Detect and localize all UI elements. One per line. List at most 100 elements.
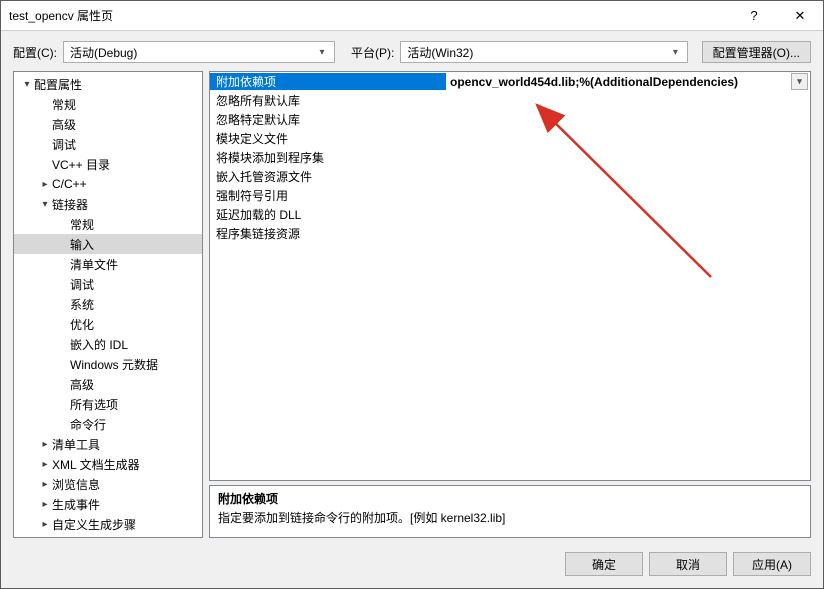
grid-row-label: 延迟加载的 DLL [210, 206, 446, 223]
window-title: test_opencv 属性页 [9, 7, 731, 24]
grid-row[interactable]: 附加依赖项opencv_world454d.lib;%(AdditionalDe… [210, 72, 810, 91]
platform-label: 平台(P): [351, 44, 394, 61]
tree-item[interactable]: ▸自定义生成步骤 [14, 514, 202, 534]
grid-row-label: 模块定义文件 [210, 130, 446, 147]
description-title: 附加依赖项 [218, 490, 802, 507]
property-grid[interactable]: 附加依赖项opencv_world454d.lib;%(AdditionalDe… [209, 71, 811, 481]
grid-row[interactable]: 忽略所有默认库 [210, 91, 810, 110]
tree-item-label: 系统 [70, 296, 94, 313]
property-page-window: test_opencv 属性页 ? ✕ 配置(C): 活动(Debug) ▾ 平… [0, 0, 824, 589]
expander-icon[interactable]: ▾ [38, 199, 52, 210]
tree-item[interactable]: ▸C/C++ [14, 174, 202, 194]
tree-item-label: 常规 [52, 96, 76, 113]
tree-item[interactable]: ▸浏览信息 [14, 474, 202, 494]
tree-item[interactable]: 所有选项 [14, 394, 202, 414]
tree-item[interactable]: 调试 [14, 134, 202, 154]
expander-icon[interactable]: ▸ [38, 179, 52, 190]
tree-item-label: 配置属性 [34, 76, 82, 93]
tree-item[interactable]: ▸生成事件 [14, 494, 202, 514]
tree-item[interactable]: ▸清单工具 [14, 434, 202, 454]
platform-value: 活动(Win32) [407, 44, 473, 61]
close-icon: ✕ [795, 8, 806, 24]
grid-row[interactable]: 模块定义文件 [210, 129, 810, 148]
grid-row[interactable]: 忽略特定默认库 [210, 110, 810, 129]
tree-item[interactable]: ▸XML 文档生成器 [14, 454, 202, 474]
tree-item[interactable]: ▾链接器 [14, 194, 202, 214]
grid-row[interactable]: 程序集链接资源 [210, 224, 810, 243]
tree-item-label: 调试 [52, 136, 76, 153]
expander-icon[interactable]: ▸ [38, 479, 52, 490]
grid-row-label: 程序集链接资源 [210, 225, 446, 242]
tree-item[interactable]: 常规 [14, 214, 202, 234]
tree-item[interactable]: 输入 [14, 234, 202, 254]
tree-item-label: 输入 [70, 236, 94, 253]
help-button[interactable]: ? [731, 1, 777, 31]
apply-button[interactable]: 应用(A) [733, 552, 811, 576]
tree-item-label: XML 文档生成器 [52, 456, 140, 473]
tree-item-label: 命令行 [70, 416, 106, 433]
tree-item[interactable]: 清单文件 [14, 254, 202, 274]
grid-row[interactable]: 强制符号引用 [210, 186, 810, 205]
footer: 确定 取消 应用(A) [1, 544, 823, 588]
tree-item-label: 优化 [70, 316, 94, 333]
expander-icon[interactable]: ▸ [38, 499, 52, 510]
chevron-down-icon: ▾ [667, 47, 683, 58]
tree-item-label: 清单文件 [70, 256, 118, 273]
dropdown-button[interactable]: ▾ [791, 73, 808, 90]
tree-item[interactable]: 优化 [14, 314, 202, 334]
toolbar: 配置(C): 活动(Debug) ▾ 平台(P): 活动(Win32) ▾ 配置… [1, 31, 823, 71]
expander-icon[interactable]: ▸ [38, 459, 52, 470]
tree-item[interactable]: ▾配置属性 [14, 74, 202, 94]
tree-item[interactable]: Windows 元数据 [14, 354, 202, 374]
tree-item[interactable]: 高级 [14, 114, 202, 134]
tree-item-label: 清单工具 [52, 436, 100, 453]
tree-item[interactable]: 嵌入的 IDL [14, 334, 202, 354]
grid-row[interactable]: 延迟加载的 DLL [210, 205, 810, 224]
ok-button[interactable]: 确定 [565, 552, 643, 576]
grid-row-label: 强制符号引用 [210, 187, 446, 204]
grid-row-label: 嵌入托管资源文件 [210, 168, 446, 185]
grid-row-label: 忽略特定默认库 [210, 111, 446, 128]
grid-row-label: 忽略所有默认库 [210, 92, 446, 109]
tree-item[interactable]: 常规 [14, 94, 202, 114]
tree-item-label: 调试 [70, 276, 94, 293]
grid-row-value[interactable]: opencv_world454d.lib;%(AdditionalDepende… [446, 73, 810, 90]
tree-item-label: 浏览信息 [52, 476, 100, 493]
tree-item-label: 生成事件 [52, 496, 100, 513]
config-label: 配置(C): [13, 44, 57, 61]
body: ▾配置属性常规高级调试VC++ 目录▸C/C++▾链接器常规输入清单文件调试系统… [1, 71, 823, 544]
tree-item[interactable]: 命令行 [14, 414, 202, 434]
config-manager-button[interactable]: 配置管理器(O)... [702, 41, 811, 63]
chevron-down-icon: ▾ [314, 47, 330, 58]
config-combo[interactable]: 活动(Debug) ▾ [63, 41, 335, 63]
tree-item[interactable]: 调试 [14, 274, 202, 294]
tree-item-label: 链接器 [52, 196, 88, 213]
tree-item[interactable]: 系统 [14, 294, 202, 314]
tree-item-label: C/C++ [52, 177, 87, 191]
platform-combo[interactable]: 活动(Win32) ▾ [400, 41, 688, 63]
tree-item-label: 所有选项 [70, 396, 118, 413]
expander-icon[interactable]: ▾ [20, 79, 34, 90]
nav-tree[interactable]: ▾配置属性常规高级调试VC++ 目录▸C/C++▾链接器常规输入清单文件调试系统… [13, 71, 203, 538]
tree-item-label: VC++ 目录 [52, 156, 110, 173]
description-text: 指定要添加到链接命令行的附加项。[例如 kernel32.lib] [218, 509, 802, 526]
grid-row-label: 将模块添加到程序集 [210, 149, 446, 166]
description-panel: 附加依赖项 指定要添加到链接命令行的附加项。[例如 kernel32.lib] [209, 485, 811, 538]
grid-row[interactable]: 将模块添加到程序集 [210, 148, 810, 167]
tree-item[interactable]: 高级 [14, 374, 202, 394]
config-value: 活动(Debug) [70, 44, 137, 61]
tree-item-label: 自定义生成步骤 [52, 516, 136, 533]
expander-icon[interactable]: ▸ [38, 519, 52, 530]
cancel-button[interactable]: 取消 [649, 552, 727, 576]
close-button[interactable]: ✕ [777, 1, 823, 31]
grid-row-label: 附加依赖项 [210, 73, 446, 90]
tree-item[interactable]: VC++ 目录 [14, 154, 202, 174]
tree-item-label: 高级 [70, 376, 94, 393]
tree-item-label: 高级 [52, 116, 76, 133]
grid-row[interactable]: 嵌入托管资源文件 [210, 167, 810, 186]
tree-item-label: Windows 元数据 [70, 356, 158, 373]
tree-item-label: 常规 [70, 216, 94, 233]
help-icon: ? [750, 8, 757, 23]
expander-icon[interactable]: ▸ [38, 439, 52, 450]
titlebar: test_opencv 属性页 ? ✕ [1, 1, 823, 31]
